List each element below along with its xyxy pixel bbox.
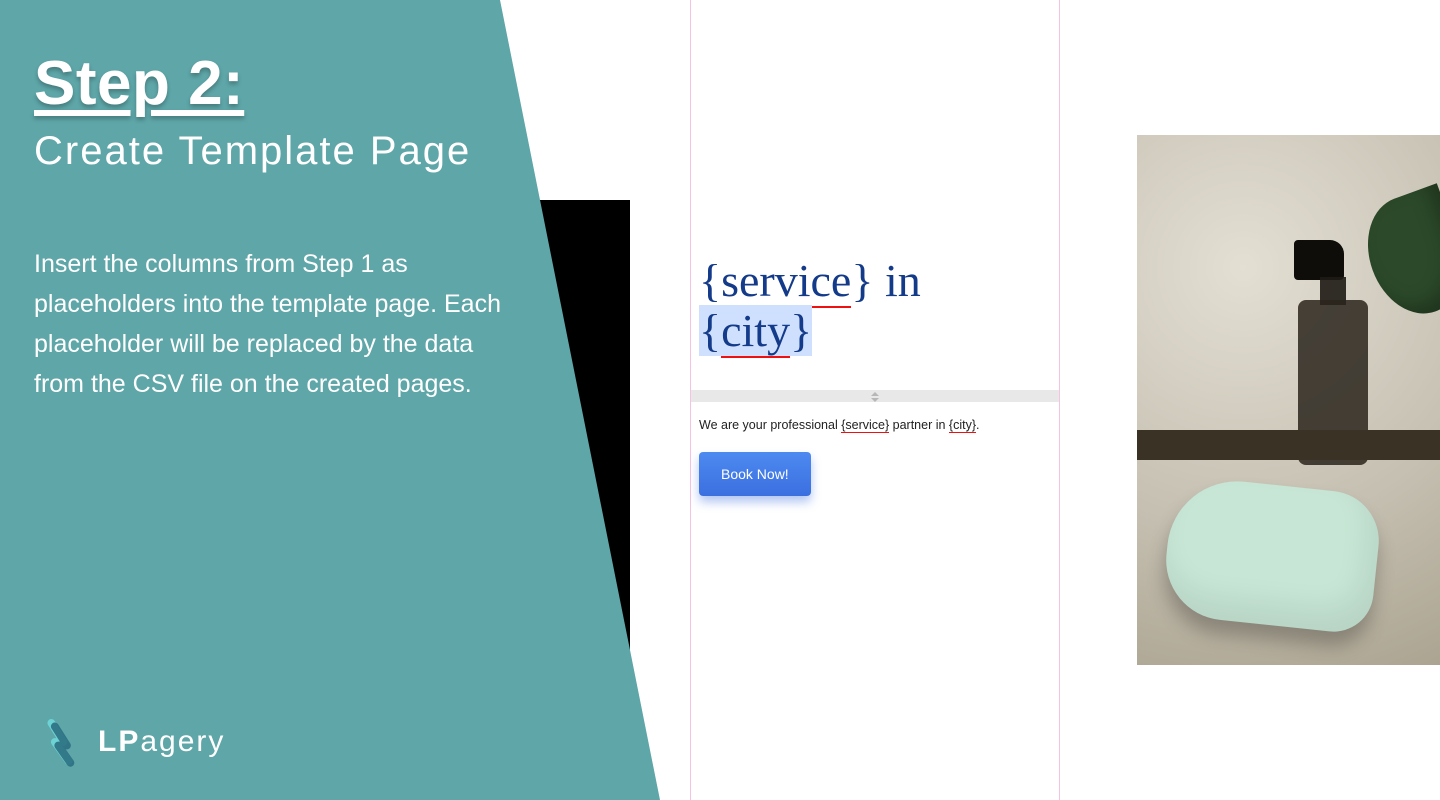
open-brace: {	[699, 255, 721, 306]
step-body: Insert the columns from Step 1 as placeh…	[34, 244, 504, 404]
subtext-prefix: We are your professional	[699, 418, 841, 432]
template-subtext[interactable]: We are your professional {service} partn…	[699, 418, 1049, 432]
hero-image	[1137, 135, 1440, 665]
open-brace: {	[699, 305, 721, 356]
close-brace: }	[790, 305, 812, 356]
subtext-mid: partner in	[889, 418, 949, 432]
brand-logo: LPagery	[34, 716, 225, 768]
logo-mark-icon	[34, 716, 86, 768]
template-canvas[interactable]: {service} in {city} We are your professi…	[690, 0, 1060, 800]
close-brace: }	[851, 255, 873, 306]
heading-in: in	[873, 255, 920, 306]
logo-text: LPagery	[98, 725, 225, 759]
slide-stage: Carousel Portfolio Form Step 2: Create T…	[0, 0, 1440, 800]
placeholder-city: city	[721, 305, 790, 358]
template-heading[interactable]: {service} in {city}	[699, 256, 1049, 355]
placeholder-service: service	[721, 255, 851, 308]
logo-suffix: agery	[140, 725, 225, 758]
book-now-button[interactable]: Book Now!	[699, 452, 811, 496]
subtext-city: {city}	[949, 418, 976, 433]
rubber-glove	[1137, 435, 1427, 665]
step-subtitle: Create Template Page	[34, 129, 554, 174]
step-title: Step 2:	[34, 48, 554, 119]
spray-bottle	[1288, 225, 1378, 465]
subtext-suffix: .	[976, 418, 979, 432]
column-gap	[1060, 0, 1132, 800]
subtext-service: {service}	[841, 418, 889, 433]
left-text-block: Step 2: Create Template Page Insert the …	[34, 48, 554, 404]
drag-handle-icon[interactable]	[860, 390, 890, 404]
